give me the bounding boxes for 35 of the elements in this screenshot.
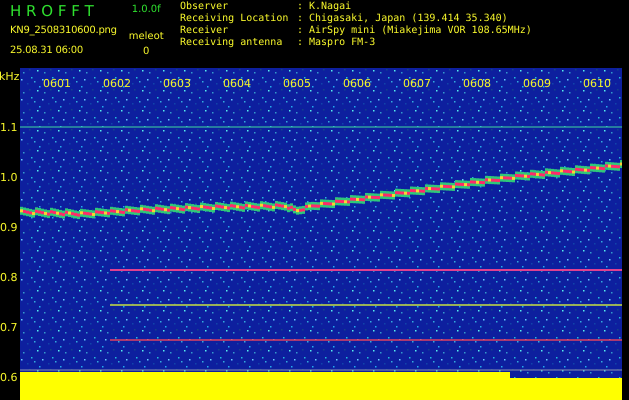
time-label: 0602 (103, 77, 131, 90)
time-label: 0605 (283, 77, 311, 90)
frequency-label: 0.8 (0, 272, 18, 284)
time-label: 0603 (163, 77, 191, 90)
time-label: 0610 (583, 77, 611, 90)
date-time: 25.08.31 06:00 (10, 45, 84, 57)
frequency-label: 0.9 (0, 222, 18, 234)
info-label: Observer (180, 1, 230, 13)
counter-label: meleot (128, 31, 164, 43)
info-label: Receiving antenna (180, 37, 284, 49)
info-label: Receiver (180, 25, 230, 37)
time-label: 0608 (463, 77, 491, 90)
info-separator: : (297, 13, 304, 25)
app-title: H R O F F T (10, 2, 95, 20)
frequency-label: 0.6 (0, 372, 18, 384)
time-label: 0604 (223, 77, 251, 90)
info-separator: : (297, 25, 304, 37)
info-value: Maspro FM-3 (309, 37, 376, 49)
time-label: 0607 (403, 77, 431, 90)
time-label: 0601 (43, 77, 71, 90)
info-value: AirSpy mini (Miakejima VOR 108.65MHz) (309, 25, 532, 37)
info-value: K.Nagai (309, 1, 352, 13)
time-label: 0606 (343, 77, 371, 90)
info-label: Receiving Location (180, 13, 290, 25)
info-value: Chigasaki, Japan (139.414 35.340) (309, 13, 508, 25)
frequency-label: 1.0 (0, 172, 18, 184)
time-label: 0609 (523, 77, 551, 90)
axis-unit: kHz (0, 71, 20, 83)
info-separator: : (297, 37, 304, 49)
frequency-label: 1.1 (0, 122, 18, 134)
info-separator: : (297, 1, 304, 13)
file-name: KN9_2508310600.png (10, 25, 117, 37)
counter-value: 0 (143, 46, 150, 58)
version-label: 1.0.0f (132, 4, 161, 16)
frequency-label: 0.7 (0, 322, 18, 334)
